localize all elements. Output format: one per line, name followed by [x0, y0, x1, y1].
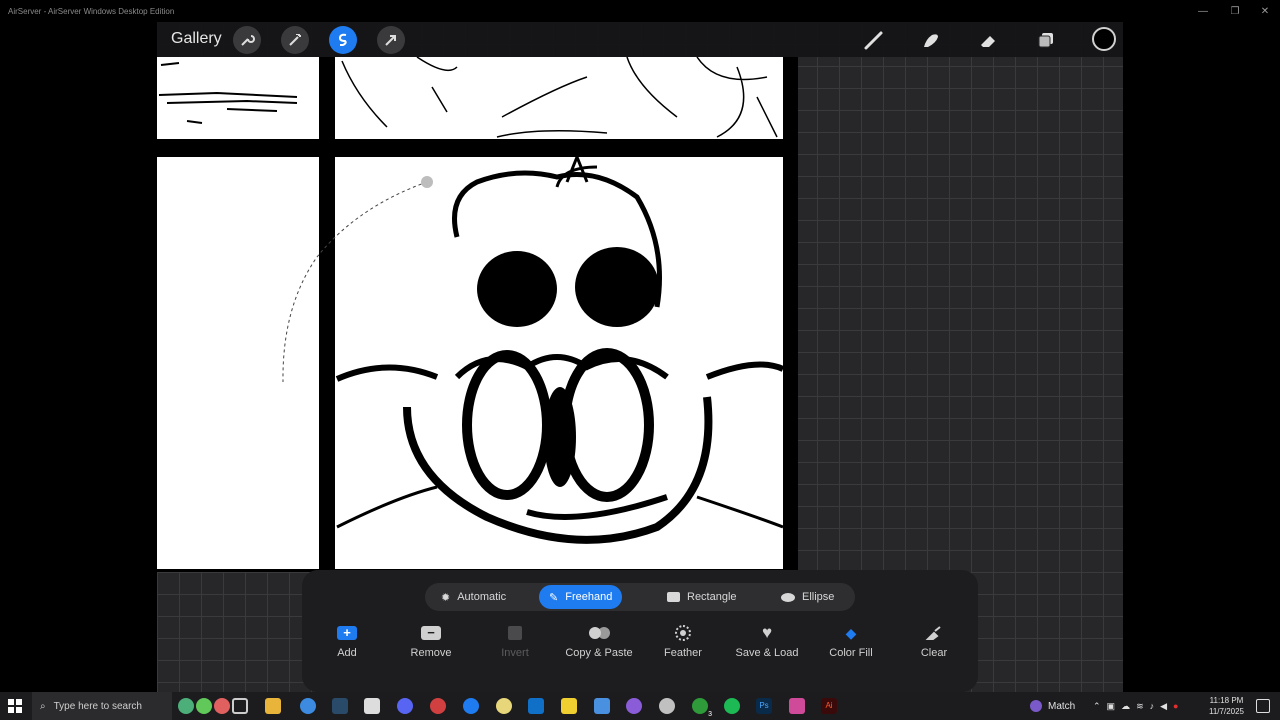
layers-icon[interactable] [1033, 27, 1059, 53]
mode-automatic[interactable]: ✹ Automatic [431, 585, 516, 609]
tray-widget[interactable]: Match [1030, 692, 1075, 720]
selection-panel: ✹ Automatic ✎ Freehand Rectangle Ellipse… [302, 570, 978, 692]
magic-wand-icon[interactable] [281, 26, 309, 54]
selection-operations: + Add − Remove Invert Copy & Paste Feath… [302, 622, 978, 682]
mode-freehand[interactable]: ✎ Freehand [539, 585, 623, 609]
volume-icon[interactable]: ◀ [1160, 701, 1167, 712]
clear-icon [925, 622, 943, 644]
discord-icon[interactable] [397, 698, 413, 714]
chevron-up-icon[interactable]: ⌃ [1093, 701, 1101, 712]
color-picker-button[interactable] [1092, 27, 1116, 51]
color-fill-icon: ◆ [845, 624, 857, 641]
invert-icon [508, 622, 522, 644]
steam-icon[interactable] [332, 698, 348, 714]
mode-ellipse[interactable]: Ellipse [771, 585, 844, 609]
copy-paste-button[interactable]: Copy & Paste [554, 622, 644, 659]
record-icon[interactable]: ● [1173, 701, 1178, 711]
task-view-icon[interactable] [232, 698, 248, 714]
copy-paste-icon [588, 622, 610, 644]
feather-button[interactable]: Feather [638, 622, 728, 659]
mode-rectangle[interactable]: Rectangle [657, 585, 747, 609]
outlook-icon[interactable] [528, 698, 544, 714]
cloud-icon[interactable]: ☁ [1121, 701, 1130, 712]
ellipse-icon [781, 592, 795, 602]
disc-icon[interactable] [496, 698, 512, 714]
arrow-transform-icon[interactable] [377, 26, 405, 54]
invert-button[interactable]: Invert [470, 622, 560, 659]
windows-start-icon[interactable] [8, 699, 22, 713]
app-pink-icon[interactable] [789, 698, 805, 714]
sparkle-icon: ✹ [441, 591, 451, 604]
windows-taskbar: ⌕ Type here to search 3 Ps Ai Match ⌃ ▣ … [0, 692, 1280, 720]
artwork [157, 56, 798, 572]
taskbar-clock[interactable]: 11:18 PM 11/7/2025 [1209, 695, 1244, 717]
chrome-icon[interactable] [300, 698, 316, 714]
sticky-notes-icon[interactable] [561, 698, 577, 714]
spotify-icon[interactable] [724, 698, 740, 714]
plus-icon: + [337, 622, 357, 644]
wifi-icon[interactable]: ≋ [1136, 701, 1144, 712]
illustrator-icon[interactable]: Ai [821, 698, 837, 714]
drawing-canvas[interactable] [157, 56, 798, 572]
file-explorer-icon[interactable] [265, 698, 281, 714]
minus-icon: − [421, 622, 441, 644]
xbox-icon[interactable]: 3 [692, 698, 712, 718]
taskbar-search[interactable]: ⌕ Type here to search [32, 692, 172, 720]
minimize-button[interactable]: — [1186, 0, 1220, 22]
save-load-button[interactable]: ♥ Save & Load [722, 622, 812, 659]
color-fill-button[interactable]: ◆ Color Fill [806, 622, 896, 660]
eraser-icon[interactable] [975, 27, 1001, 53]
selection-icon[interactable] [329, 26, 357, 54]
freehand-icon: ✎ [549, 591, 559, 604]
selection-mode-bar: ✹ Automatic ✎ Freehand Rectangle Ellipse [425, 583, 855, 611]
flask-red-icon[interactable] [214, 698, 230, 714]
close-button[interactable]: ✕ [1248, 0, 1280, 22]
wrench-icon[interactable] [233, 26, 261, 54]
photoshop-icon[interactable]: Ps [756, 698, 772, 714]
window-title: AirServer - AirServer Windows Desktop Ed… [8, 6, 175, 16]
camera-icon[interactable]: ▣ [1107, 701, 1116, 712]
app-red-icon[interactable] [430, 698, 446, 714]
notifications-icon[interactable] [1256, 699, 1270, 713]
system-tray[interactable]: ⌃ ▣ ☁ ≋ ♪ ◀ ● [1093, 692, 1178, 720]
flask-green-icon[interactable] [196, 698, 212, 714]
remove-button[interactable]: − Remove [386, 622, 476, 659]
procreate-app: Gallery ✹ Automatic ✎ Freehand Rectangle… [157, 22, 1123, 692]
store-icon[interactable] [364, 698, 380, 714]
microphone-icon[interactable]: ♪ [1150, 701, 1155, 711]
feather-icon [675, 622, 691, 644]
brush-icon[interactable] [861, 27, 887, 53]
window-title-bar: AirServer - AirServer Windows Desktop Ed… [0, 0, 1280, 22]
smudge-icon[interactable] [918, 27, 944, 53]
flask-icon[interactable] [178, 698, 194, 714]
search-icon: ⌕ [40, 700, 46, 712]
clear-button[interactable]: Clear [889, 622, 979, 659]
match-icon [1030, 700, 1042, 712]
gallery-button[interactable]: Gallery [171, 30, 222, 48]
restore-button[interactable]: ❐ [1218, 0, 1252, 22]
add-button[interactable]: + Add [302, 622, 392, 659]
app-blue-icon[interactable] [463, 698, 479, 714]
rectangle-icon [667, 592, 680, 602]
heart-icon: ♥ [761, 623, 773, 642]
app-cube-icon[interactable] [594, 698, 610, 714]
top-toolbar: Gallery [157, 22, 1123, 57]
app-grey-icon[interactable] [659, 698, 675, 714]
app-purple-icon[interactable] [626, 698, 642, 714]
